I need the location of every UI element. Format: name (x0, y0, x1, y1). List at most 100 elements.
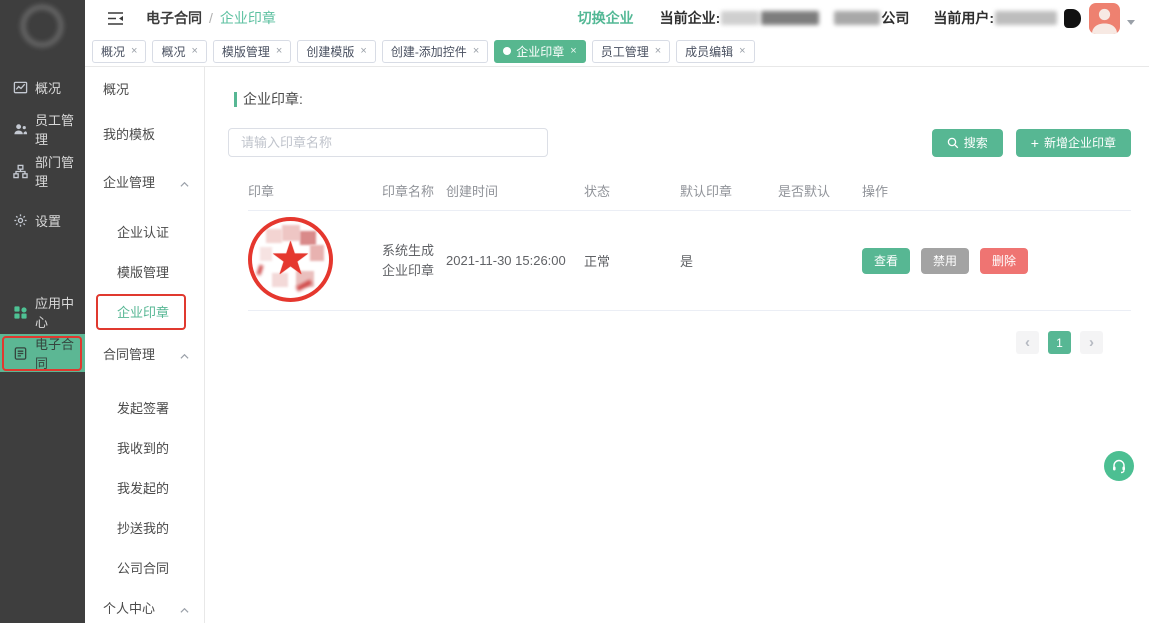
org-tree-icon (13, 164, 28, 179)
breadcrumb-separator: / (209, 10, 213, 26)
menu-item-label: 抄送我的 (117, 518, 169, 537)
star-icon: ★ (252, 235, 329, 281)
menu-item-label: 发起签署 (117, 398, 169, 417)
tab-label: 概况 (161, 43, 185, 60)
add-company-seal-button[interactable]: 新增企业印章 (1016, 129, 1131, 157)
sidebar-item-settings[interactable]: 设置 (0, 201, 85, 239)
table-row: ★ 系统生成 企业印章 2021-11-30 15:26:00 正常 是 查看 … (248, 211, 1131, 311)
sidebar-item-employee-mgmt[interactable]: 员工管理 (0, 110, 85, 148)
sidebar-item-label: 电子合同 (35, 334, 85, 372)
chevron-up-icon (180, 349, 189, 358)
menu-item-label: 我收到的 (117, 438, 169, 457)
main-content: 企业印章: 搜索 新增企业印章 印章 印章名称 创建时间 状态 默认印章 是否默… (205, 67, 1149, 623)
sidebar-item-e-contract[interactable]: 电子合同 (0, 334, 85, 372)
switch-company-link[interactable]: 切换企业 (578, 8, 634, 28)
redacted-company-text (721, 11, 759, 25)
tab-close-icon[interactable] (191, 45, 197, 57)
user-avatar[interactable] (1089, 3, 1120, 34)
menu-item-label: 我的模板 (103, 124, 155, 143)
created-time-cell: 2021-11-30 15:26:00 (446, 253, 584, 268)
breadcrumb-current: 企业印章 (220, 8, 276, 28)
app-grid-icon (13, 305, 28, 320)
search-button[interactable]: 搜索 (932, 129, 1003, 157)
menu-item-overview[interactable]: 概况 (85, 68, 204, 108)
tab-label: 员工管理 (601, 43, 649, 60)
page-1-button[interactable]: 1 (1048, 331, 1071, 354)
tab-overview-2[interactable]: 概况 (152, 40, 206, 63)
tab-close-icon[interactable] (473, 45, 479, 57)
menu-item-label: 模版管理 (117, 262, 169, 281)
search-icon (947, 137, 959, 149)
page-title: 企业印章: (243, 89, 303, 109)
menu-item-label: 个人中心 (103, 598, 155, 617)
sidebar-item-label: 应用中心 (35, 293, 85, 331)
tab-member-edit[interactable]: 成员编辑 (676, 40, 754, 63)
tab-close-icon[interactable] (739, 45, 745, 57)
top-header: 电子合同 / 企业印章 切换企业 当前企业: 公司 当前用户: (85, 0, 1149, 36)
sidebar-item-app-center[interactable]: 应用中心 (0, 293, 85, 331)
menu-item-initiate-sign[interactable]: 发起签署 (85, 387, 204, 427)
breadcrumb-parent[interactable]: 电子合同 (146, 8, 202, 28)
seal-name-search-input[interactable] (228, 128, 548, 157)
delete-button[interactable]: 删除 (980, 248, 1028, 274)
menu-item-my-templates[interactable]: 我的模板 (85, 113, 204, 153)
employees-icon (13, 122, 28, 137)
title-accent-bar (234, 92, 237, 107)
tab-close-icon[interactable] (276, 45, 282, 57)
app-window: 概况 员工管理 部门管理 设置 应用中心 电子合同 (0, 0, 1149, 623)
menu-item-initiated[interactable]: 我发起的 (85, 467, 204, 507)
company-name-suffix: 公司 (881, 8, 909, 28)
current-user-label: 当前用户: (933, 8, 994, 28)
secondary-sidebar: 概况 我的模板 企业管理 企业认证 模版管理 企业印章 合同管理 发起签署 我收… (85, 67, 205, 623)
tab-company-seal[interactable]: 企业印章 (494, 40, 585, 63)
menu-item-company-seal[interactable]: 企业印章 (85, 291, 204, 331)
tab-close-icon[interactable] (570, 45, 576, 57)
disable-button[interactable]: 禁用 (921, 248, 969, 274)
prev-page-button[interactable] (1016, 331, 1039, 354)
tab-close-icon[interactable] (655, 45, 661, 57)
logo (0, 0, 85, 60)
tab-label: 概况 (101, 43, 125, 60)
tab-label: 企业印章 (516, 43, 564, 60)
view-button[interactable]: 查看 (862, 248, 910, 274)
collapse-menu-icon[interactable] (107, 11, 124, 26)
sidebar-item-label: 设置 (35, 211, 61, 230)
tab-template-mgmt[interactable]: 模版管理 (213, 40, 291, 63)
menu-item-received[interactable]: 我收到的 (85, 427, 204, 467)
col-header-seal-name: 印章名称 (382, 181, 446, 200)
menu-group-personal-center[interactable]: 个人中心 (85, 587, 204, 623)
sidebar-item-overview[interactable]: 概况 (0, 68, 85, 106)
menu-item-label: 公司合同 (117, 558, 169, 577)
menu-item-label: 合同管理 (103, 344, 155, 363)
menu-item-label: 企业认证 (117, 222, 169, 241)
menu-item-label: 我发起的 (117, 478, 169, 497)
primary-sidebar: 概况 员工管理 部门管理 设置 应用中心 电子合同 (0, 0, 85, 623)
tab-create-add-controls[interactable]: 创建-添加控件 (382, 40, 488, 63)
tab-overview-1[interactable]: 概况 (92, 40, 146, 63)
chevron-up-icon (180, 603, 189, 612)
chart-icon (13, 80, 28, 95)
menu-item-company-contracts[interactable]: 公司合同 (85, 547, 204, 587)
tab-close-icon[interactable] (131, 45, 137, 57)
gear-icon (13, 213, 28, 228)
tab-create-template[interactable]: 创建模版 (297, 40, 375, 63)
sidebar-item-label: 概况 (35, 78, 61, 97)
menu-group-contract-mgmt[interactable]: 合同管理 (85, 333, 204, 373)
col-header-seal: 印章 (248, 181, 382, 200)
next-page-button[interactable] (1080, 331, 1103, 354)
tab-employee-mgmt[interactable]: 员工管理 (592, 40, 670, 63)
menu-item-cc-me[interactable]: 抄送我的 (85, 507, 204, 547)
chevron-down-icon[interactable] (1127, 20, 1135, 25)
menu-group-company-mgmt[interactable]: 企业管理 (85, 161, 204, 201)
sidebar-item-department-mgmt[interactable]: 部门管理 (0, 152, 85, 190)
tab-label: 模版管理 (222, 43, 270, 60)
headset-icon (1111, 458, 1127, 474)
redacted-blob (1064, 9, 1081, 28)
pagination: 1 (205, 331, 1103, 354)
menu-item-template-mgmt[interactable]: 模版管理 (85, 251, 204, 291)
tab-close-icon[interactable] (360, 45, 366, 57)
customer-service-button[interactable] (1104, 451, 1134, 481)
col-header-actions: 操作 (862, 181, 1131, 200)
col-header-default-seal: 默认印章 (680, 181, 778, 200)
menu-item-company-cert[interactable]: 企业认证 (85, 211, 204, 251)
